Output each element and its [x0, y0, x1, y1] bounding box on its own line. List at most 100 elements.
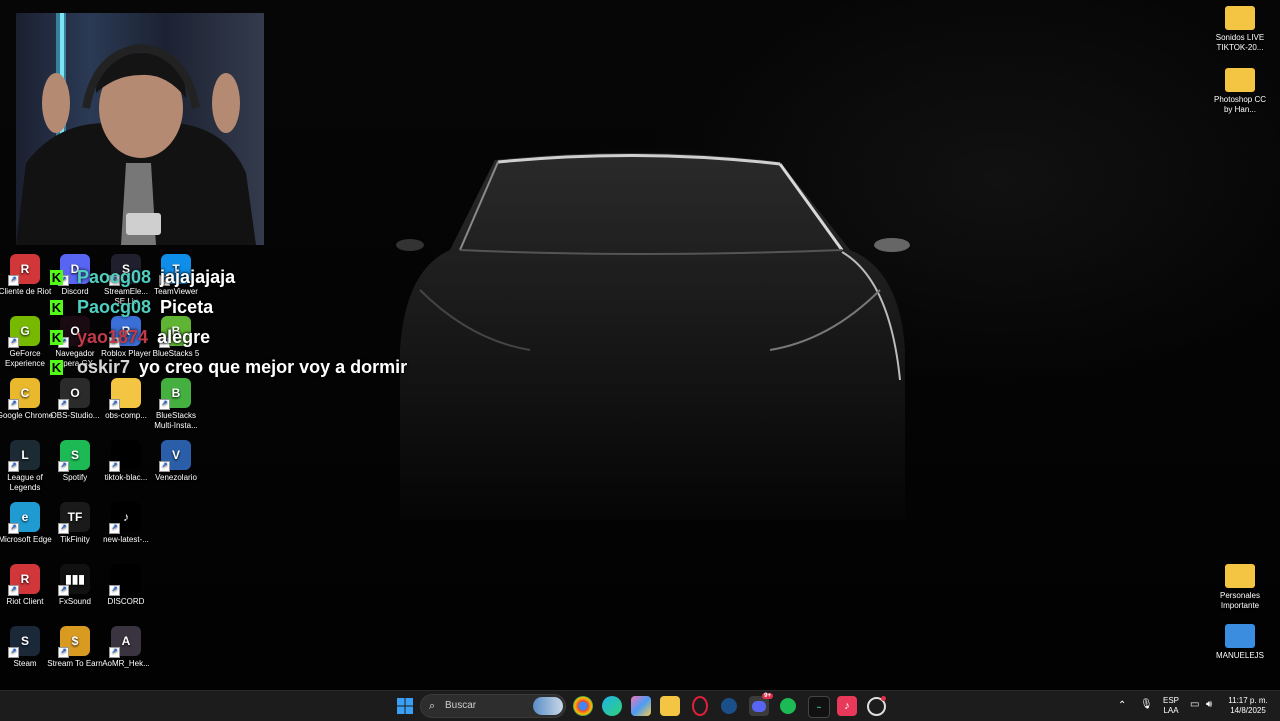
shortcut-arrow-icon: ↗ [8, 461, 19, 472]
language-code: ESP [1162, 696, 1179, 705]
obs-icon: O ↗ [58, 378, 90, 410]
desktop-icon-discordfolder[interactable]: ↗ DISCORD [96, 564, 156, 607]
car-wallpaper-silhouette [396, 152, 910, 520]
streamtoearn-icon: $ ↗ [58, 626, 90, 658]
kick-badge-icon: K [50, 299, 63, 315]
chrome-icon: C ↗ [8, 378, 40, 410]
clock[interactable]: 11:17 p. m. 14/8/2025 [1224, 696, 1272, 716]
chat-username: oskir7 [77, 356, 131, 377]
obs-icon[interactable] [866, 696, 886, 716]
discord-badge: 9+ [762, 693, 773, 699]
geforce-icon: G ↗ [8, 316, 40, 348]
shortcut-arrow-icon: ↗ [8, 523, 19, 534]
shortcut-arrow-icon: ↗ [159, 461, 170, 472]
search-box[interactable]: ⌕ Buscar [420, 694, 566, 718]
kick-badge-icon: K [50, 359, 63, 375]
venezolario-icon: V ↗ [159, 440, 191, 472]
aomr-icon: A ↗ [109, 626, 141, 658]
chrome-icon[interactable] [573, 696, 593, 716]
kick-badge-icon: K [50, 329, 63, 345]
chat-text: yo creo que mejor voy a dormir [139, 356, 408, 377]
desktop[interactable]: R ↗ Cliente de Riot D ↗ Discord S ↗ StreamEle...… [0, 0, 1280, 690]
desktop-icon-personales[interactable]: Personales Importante [1210, 564, 1270, 611]
riotclient-icon: R ↗ [8, 564, 40, 596]
webcam-overlay [16, 13, 264, 245]
shortcut-arrow-icon: ↗ [8, 275, 19, 286]
desktop-icon-label: AoMR_Hek... [102, 659, 150, 668]
edge-icon: e ↗ [8, 502, 40, 534]
search-icon: ⌕ [429, 700, 436, 712]
terminal-icon[interactable]: ~ [808, 696, 830, 718]
shortcut-arrow-icon: ↗ [58, 585, 69, 596]
steam-icon[interactable] [719, 696, 739, 716]
shortcut-arrow-icon: ↗ [159, 399, 170, 410]
chat-username: Paocg08 [77, 266, 152, 287]
desktop-icon-label: Personales Importante [1219, 591, 1261, 610]
shortcut-arrow-icon: ↗ [8, 647, 19, 658]
desktop-icon-label: Photoshop CC by Han... [1213, 95, 1267, 114]
desktop-icon-venezolario[interactable]: V ↗ Venezolario [146, 440, 206, 483]
taskbar: ⌕ Buscar 9+ ~ ♪ ⌃ 🎙︎ ESP LAA ▭ 🔊︎ 11:17 … [0, 690, 1280, 721]
desktop-icon-label: Venezolario [155, 473, 197, 482]
start-icon[interactable] [395, 696, 415, 716]
spotify-icon[interactable] [778, 696, 798, 716]
chat-overlay: K Paocg08 jajajajaja K Paocg08 Piceta Kyao1874… [50, 262, 407, 382]
search-highlight-icon [533, 697, 563, 715]
chat-text: Piceta [160, 296, 214, 317]
fxsound-icon: ▮▮▮ ↗ [58, 564, 90, 596]
clock-date: 14/8/2025 [1230, 706, 1266, 715]
desktop-icon-sonidos[interactable]: Sonidos LIVE TIKTOK-20... [1210, 6, 1270, 53]
riot-icon: R ↗ [8, 254, 40, 286]
desktop-icon-label: Sonidos LIVE TIKTOK-20... [1215, 33, 1265, 52]
desktop-icon-label: DISCORD [107, 597, 145, 606]
language-sub: LAA [1163, 706, 1179, 715]
shortcut-arrow-icon: ↗ [58, 461, 69, 472]
sonidos-icon [1225, 6, 1255, 30]
desktop-icon-newlatest[interactable]: ♪ ↗ new-latest-... [96, 502, 156, 545]
chat-username: yao1874 [77, 326, 149, 347]
spotify-icon: S ↗ [58, 440, 90, 472]
search-placeholder: Buscar [445, 700, 477, 711]
discord-icon[interactable]: 9+ [749, 693, 773, 716]
chat-text: alegre [157, 326, 211, 347]
desktop-icon-label: BlueStacks Multi-Insta... [154, 411, 198, 430]
shortcut-arrow-icon: ↗ [8, 585, 19, 596]
network-icon[interactable]: ▭ [1190, 700, 1199, 710]
chevron-up-icon[interactable]: ⌃ [1118, 701, 1126, 711]
photoshop-icon [1225, 68, 1255, 92]
shortcut-arrow-icon: ↗ [109, 585, 120, 596]
chat-message: K Paocg08 jajajajaja [50, 262, 407, 292]
copilot-icon[interactable] [631, 696, 651, 716]
chat-message: Kyao1874 alegre [50, 322, 407, 352]
newlatest-icon: ♪ ↗ [109, 502, 141, 534]
streamer-figure [16, 13, 256, 245]
bluestacksmulti-icon: B ↗ [159, 378, 191, 410]
edge-icon[interactable] [602, 696, 622, 716]
file-explorer-icon[interactable] [660, 696, 680, 716]
language-indicator[interactable]: ESP LAA [1160, 696, 1182, 716]
shortcut-arrow-icon: ↗ [58, 647, 69, 658]
shortcut-arrow-icon: ↗ [109, 523, 120, 534]
desktop-icon-photoshop[interactable]: Photoshop CC by Han... [1210, 68, 1270, 115]
discordfolder-icon: ↗ [109, 564, 141, 596]
volume-icon[interactable]: 🔊︎ [1206, 700, 1212, 710]
opera-gx-icon[interactable] [690, 696, 710, 716]
manuelejs-icon [1225, 624, 1255, 648]
shortcut-arrow-icon: ↗ [8, 399, 19, 410]
desktop-icon-label: new-latest-... [103, 535, 149, 544]
microphone-icon[interactable]: 🎙︎ [1140, 700, 1153, 710]
shortcut-arrow-icon: ↗ [109, 461, 120, 472]
desktop-icon-aomr[interactable]: A ↗ AoMR_Hek... [96, 626, 156, 669]
shortcut-arrow-icon: ↗ [8, 337, 19, 348]
steam-icon: S ↗ [8, 626, 40, 658]
shortcut-arrow-icon: ↗ [109, 399, 120, 410]
obscomp-icon: ↗ [109, 378, 141, 410]
kick-badge-icon: K [50, 269, 63, 285]
desktop-icon-bluestacksmulti[interactable]: B ↗ BlueStacks Multi-Insta... [146, 378, 206, 431]
lol-icon: L ↗ [8, 440, 40, 472]
chat-username: Paocg08 [77, 296, 152, 317]
tiktok-icon[interactable]: ♪ [837, 696, 857, 716]
shortcut-arrow-icon: ↗ [58, 523, 69, 534]
desktop-icon-manuelejs[interactable]: MANUELEJS [1210, 624, 1270, 661]
personales-icon [1225, 564, 1255, 588]
